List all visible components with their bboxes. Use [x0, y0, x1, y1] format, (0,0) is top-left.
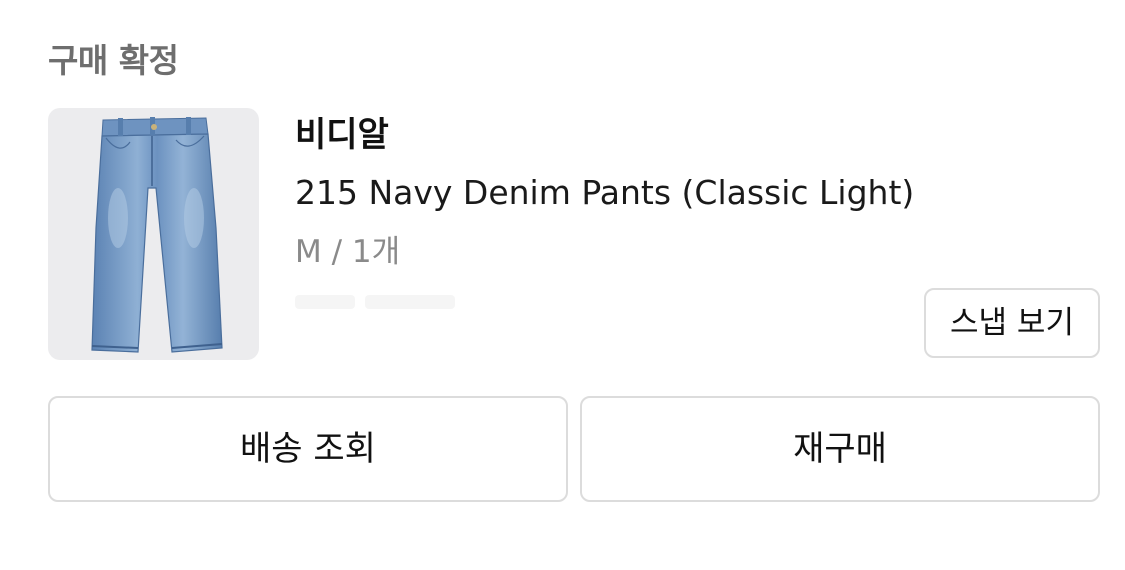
product-info: 비디알 215 Navy Denim Pants (Classic Light)… [295, 112, 915, 314]
denim-pants-image [91, 117, 223, 353]
order-card: 구매 확정 비디알 215 Navy Denim Pants (Classic … [0, 0, 1125, 570]
snap-view-button[interactable]: 스냅 보기 [924, 288, 1100, 358]
reorder-button[interactable]: 재구매 [580, 396, 1100, 502]
product-brand[interactable]: 비디알 [295, 112, 915, 158]
track-delivery-button[interactable]: 배송 조회 [48, 396, 568, 502]
product-name[interactable]: 215 Navy Denim Pants (Classic Light) [295, 170, 915, 216]
faded-price-placeholder [295, 294, 475, 314]
product-thumbnail[interactable] [48, 108, 259, 360]
product-option: M / 1개 [295, 234, 401, 270]
order-status-label: 구매 확정 [48, 41, 179, 80]
